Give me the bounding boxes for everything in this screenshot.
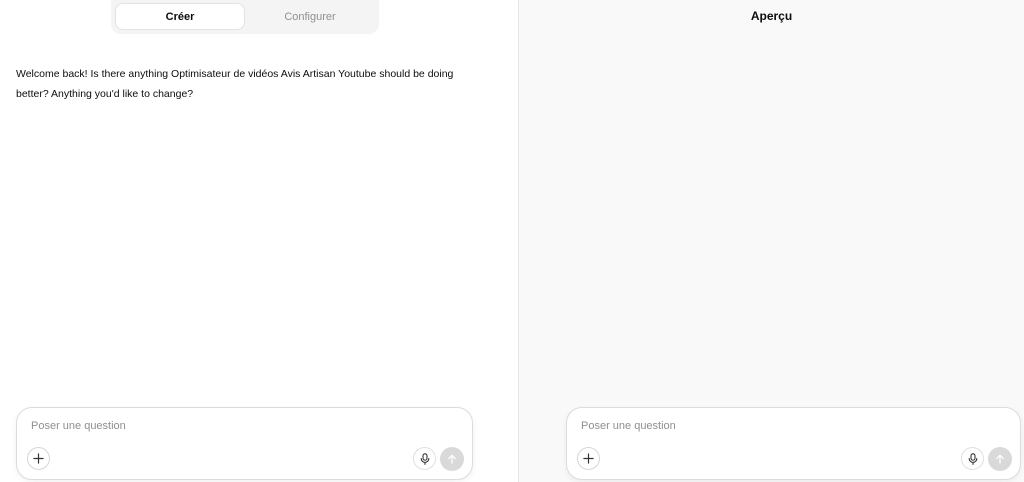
plus-icon (583, 453, 594, 464)
preview-title: Aperçu (750, 9, 793, 23)
builder-add-button[interactable] (27, 447, 50, 470)
preview-add-button[interactable] (577, 447, 600, 470)
builder-mic-button[interactable] (413, 447, 436, 470)
tab-configure[interactable]: Configurer (245, 3, 375, 30)
plus-icon (33, 453, 44, 464)
builder-question-input[interactable] (31, 420, 456, 432)
preview-question-input[interactable] (581, 420, 1004, 432)
microphone-icon (420, 452, 430, 465)
preview-pane: Aperçu (519, 0, 1024, 482)
builder-composer (16, 407, 473, 480)
assistant-message: Welcome back! Is there anything Optimisa… (16, 68, 454, 100)
microphone-icon (968, 452, 978, 465)
preview-mic-button[interactable] (961, 447, 984, 470)
builder-send-button[interactable] (440, 447, 464, 471)
arrow-up-icon (995, 454, 1005, 464)
arrow-up-icon (447, 454, 457, 464)
builder-pane: Créer Configurer Welcome back! Is there … (0, 0, 518, 482)
preview-composer (566, 407, 1021, 480)
preview-send-button[interactable] (988, 447, 1012, 471)
mode-tabs: Créer Configurer (111, 0, 379, 34)
tab-create[interactable]: Créer (115, 3, 245, 30)
